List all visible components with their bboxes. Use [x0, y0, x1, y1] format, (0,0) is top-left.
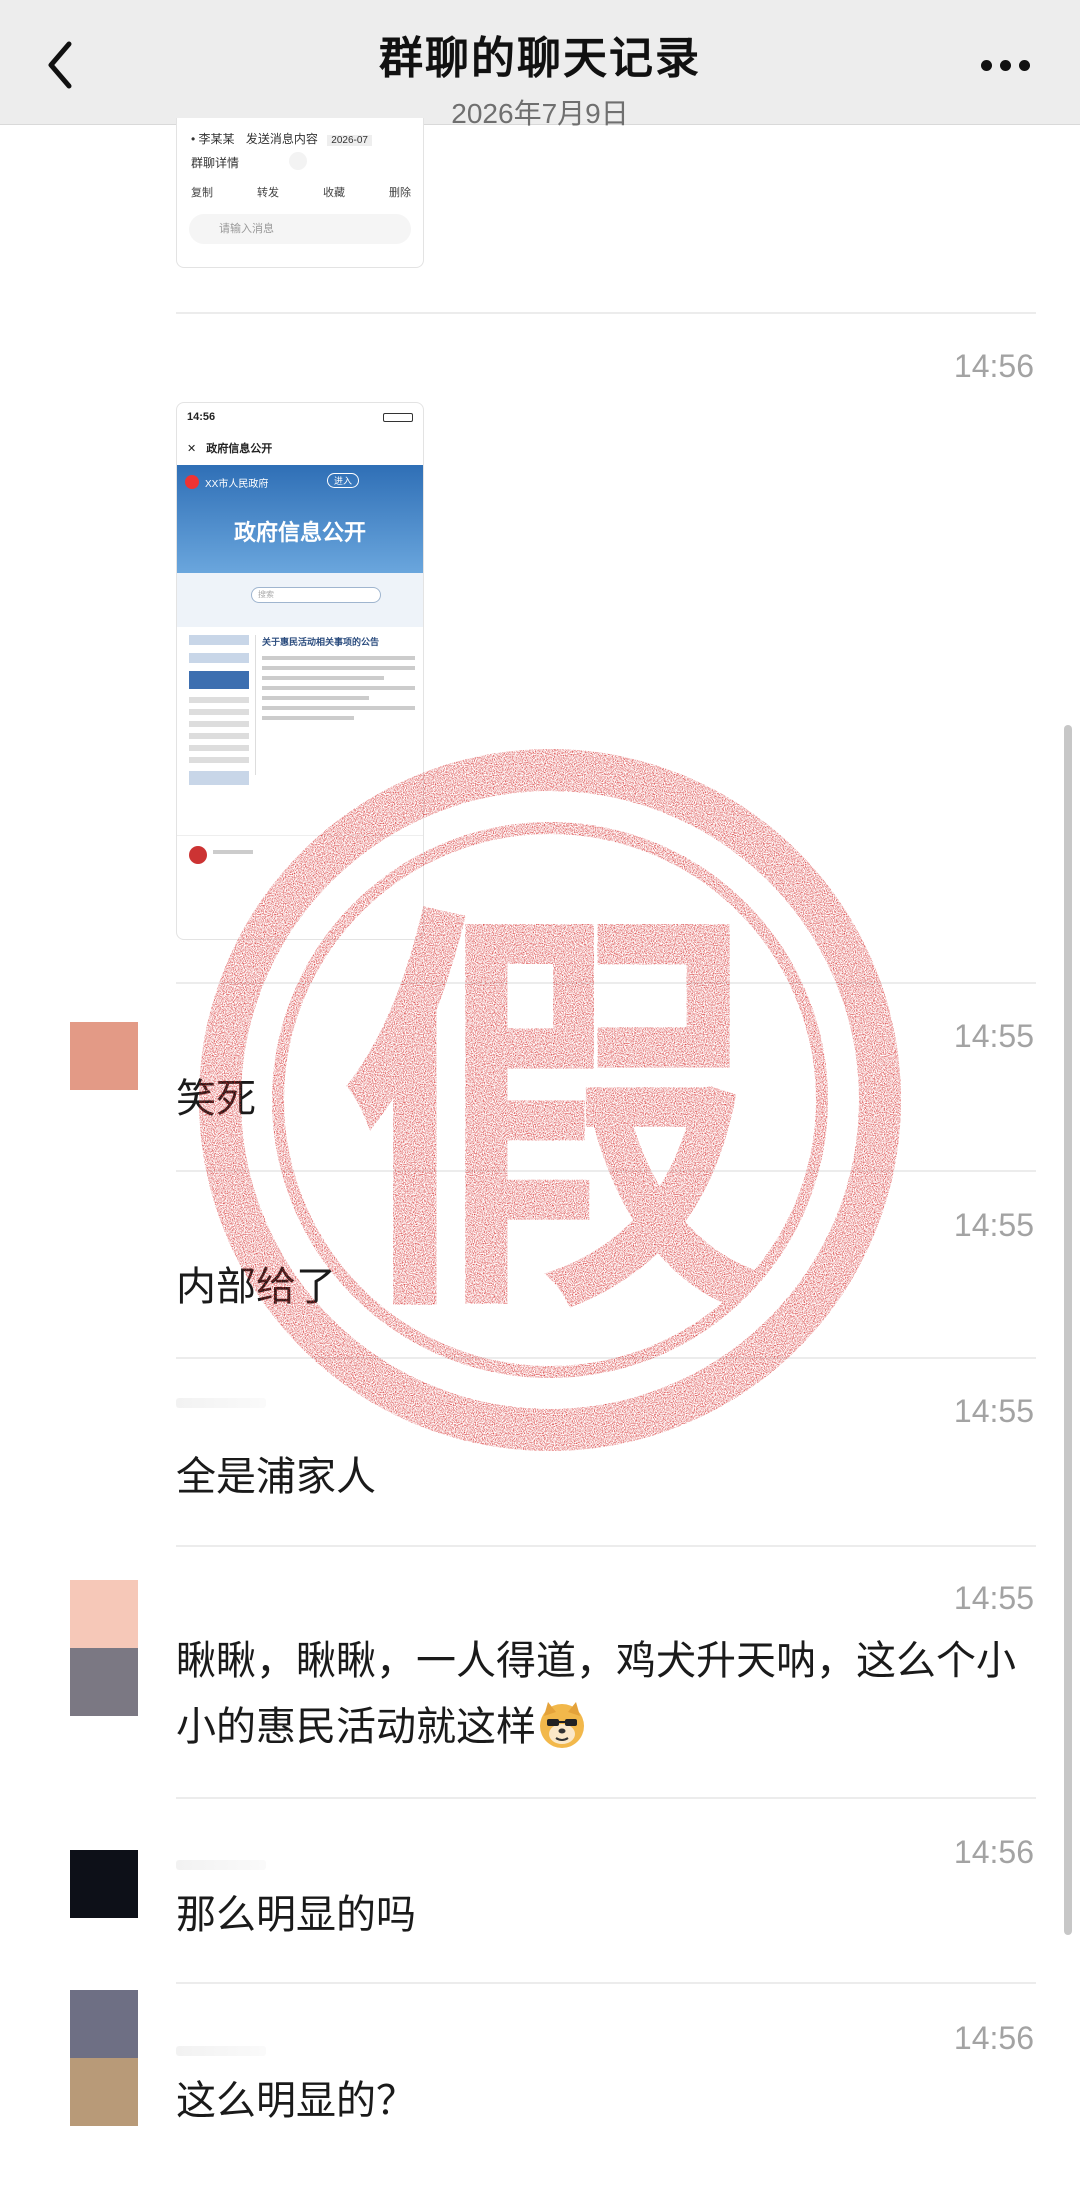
more-options-button[interactable] [970, 40, 1040, 90]
thumb-footer [177, 835, 423, 885]
dot-icon [980, 59, 992, 71]
message-divider [176, 1797, 1036, 1799]
sender-name [176, 1398, 266, 1408]
page-title: 群聊的聊天记录 [379, 34, 701, 83]
thumb-article: 关于惠民活动相关事项的公告 [255, 635, 415, 775]
back-button[interactable] [30, 30, 90, 100]
dot-icon [999, 59, 1011, 71]
message-time: 14:56 [953, 2020, 1034, 2056]
thumb-search: 搜索 [251, 587, 381, 603]
image-thumbnail[interactable]: 14:56 ✕ 政府信息公开 XX市人民政府 进入 政府信息公开 搜索 关于惠民… [176, 402, 424, 940]
thumb-action: 收藏 [323, 187, 345, 199]
thumb-text: 群聊详情 [191, 156, 240, 170]
message-time: 14:56 [953, 348, 1034, 384]
thumb-text: 发送消息内容 [245, 132, 318, 146]
doge-emoji-icon [540, 1702, 584, 1748]
message-divider [176, 1357, 1036, 1359]
message-divider [176, 982, 1036, 984]
emblem-icon [185, 475, 199, 489]
message-text: 笑死 [176, 1077, 256, 1121]
thumb-text: 李某某 [198, 132, 235, 146]
thumb-input: 请输入消息 [189, 214, 411, 244]
close-icon: ✕ [187, 442, 197, 455]
avatar[interactable] [70, 1022, 138, 1090]
message-time: 14:56 [953, 1834, 1034, 1870]
thumb-status-time: 14:56 [187, 411, 216, 423]
thumb-action: 复制 [191, 187, 213, 199]
battery-icon [383, 412, 413, 422]
sender-name [176, 1860, 266, 1870]
message-text: 这么明显的？ [176, 2079, 416, 2123]
chat-header: 群聊的聊天记录 2026年7月9日 [0, 0, 1080, 129]
message-text-content: 瞅瞅，瞅瞅，一人得道，鸡犬升天呐，这么个小小的惠民活动就这样 [176, 1639, 1016, 1749]
thumb-banner-title: 政府信息公开 [233, 520, 366, 545]
thumb-action: 转发 [257, 187, 279, 199]
message-text: 内部给了 [176, 1265, 336, 1309]
message-time: 14:55 [953, 1018, 1034, 1054]
thumb-dot-icon [289, 152, 307, 170]
message-time: 14:55 [953, 1393, 1034, 1429]
message-divider [176, 1982, 1036, 1984]
chevron-left-icon [48, 41, 72, 89]
avatar[interactable] [70, 1580, 138, 1716]
thumb-action: 删除 [389, 187, 411, 199]
scrollbar[interactable] [1064, 725, 1072, 1935]
chat-date: 2026年7月9日 [451, 98, 629, 129]
thumb-article-title: 关于惠民活动相关事项的公告 [262, 637, 380, 647]
message-divider [176, 312, 1036, 314]
sender-name [176, 2046, 266, 2056]
thumb-banner-org: XX市人民政府 [205, 479, 269, 490]
message-text: 瞅瞅，瞅瞅，一人得道，鸡犬升天呐，这么个小小的惠民活动就这样 [176, 1628, 1026, 1760]
thumb-banner-btn: 进入 [327, 473, 360, 488]
message-time: 14:55 [953, 1580, 1034, 1616]
image-thumbnail[interactable]: • 李某某 发送消息内容 2026-07 群聊详情 复制 转发 收藏 删除 请输… [176, 118, 424, 268]
message-divider [176, 1545, 1036, 1547]
message-divider [176, 1170, 1036, 1172]
thumb-nav-title: 政府信息公开 [206, 443, 273, 455]
thumb-banner: XX市人民政府 进入 政府信息公开 [177, 465, 423, 573]
message-text: 全是浦家人 [176, 1455, 376, 1499]
thumb-side-nav [189, 627, 249, 827]
dot-icon [1018, 59, 1030, 71]
message-text: 那么明显的吗 [176, 1893, 416, 1937]
message-time: 14:55 [953, 1207, 1034, 1243]
avatar[interactable] [70, 1850, 138, 1918]
thumb-text: 2026-07 [327, 135, 372, 146]
avatar[interactable] [70, 1990, 138, 2126]
